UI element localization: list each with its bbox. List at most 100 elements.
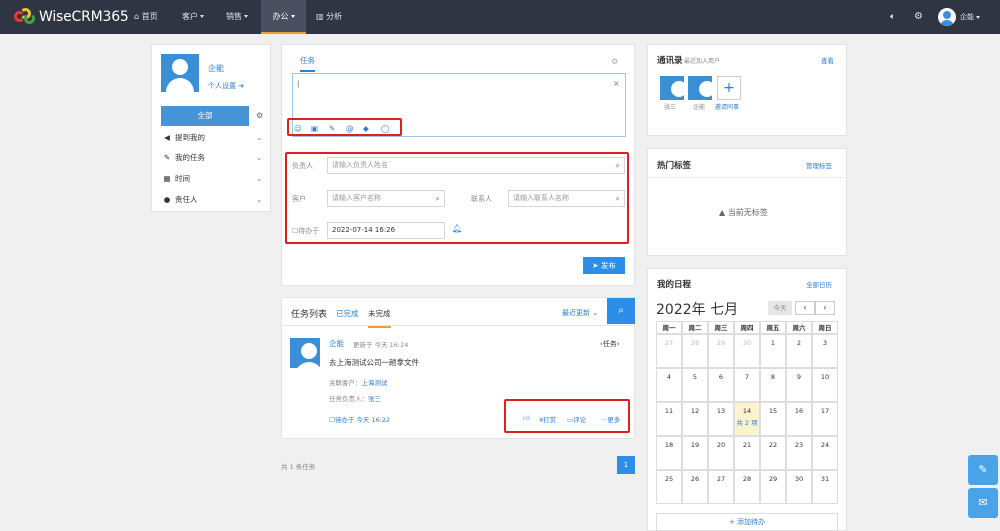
add-todo-button[interactable]: + 添加待办 bbox=[656, 513, 838, 531]
calendar-day[interactable]: 8 bbox=[760, 368, 786, 402]
task-customer-link[interactable]: 上海测试 bbox=[362, 379, 388, 387]
plus-icon[interactable]: + bbox=[717, 76, 741, 100]
close-icon[interactable]: × bbox=[613, 79, 620, 88]
calendar-day[interactable]: 10 bbox=[812, 368, 838, 402]
calendar-day[interactable]: 12 bbox=[682, 402, 708, 436]
nav-customer[interactable]: 客户 bbox=[182, 0, 204, 34]
nav-sales-label: 销售 bbox=[226, 12, 242, 21]
calendar-day[interactable]: 23 bbox=[786, 436, 812, 470]
divider bbox=[282, 325, 634, 326]
all-calendar-link[interactable]: 全部日历 bbox=[806, 279, 832, 289]
comment-icon[interactable]: ◯ bbox=[381, 124, 389, 133]
calendar-day[interactable]: 13 bbox=[708, 402, 734, 436]
calendar-day[interactable]: 22 bbox=[760, 436, 786, 470]
calendar-day[interactable]: 20 bbox=[708, 436, 734, 470]
calendar-day[interactable]: 3 bbox=[812, 334, 838, 368]
menu-owner[interactable]: ● 责任人 ⌄ bbox=[162, 191, 263, 209]
calendar-day[interactable]: 25 bbox=[656, 470, 682, 504]
invite-colleague-link[interactable]: 邀请同事 bbox=[715, 102, 739, 111]
nav-home[interactable]: ⌂ 首页 bbox=[134, 0, 158, 34]
calendar-day[interactable]: 27 bbox=[708, 470, 734, 504]
search-button[interactable]: ⌕ bbox=[607, 298, 635, 324]
profile-name[interactable]: 企能 bbox=[208, 63, 224, 74]
brand-logo[interactable]: WiseCRM365 bbox=[14, 7, 129, 27]
contact-input[interactable]: 请输入联系人名称 ⌕ bbox=[508, 190, 625, 207]
menu-my-tasks[interactable]: ✎ 我的任务 ⌄ bbox=[162, 149, 262, 167]
task-owner-link[interactable]: 张三 bbox=[368, 395, 381, 403]
calendar-day[interactable]: 26 bbox=[682, 470, 708, 504]
calendar-day[interactable]: 29 bbox=[760, 470, 786, 504]
today-button[interactable]: 今天 bbox=[768, 301, 792, 315]
task-todo-checkbox[interactable]: ☐待办于 今天 16:22 bbox=[329, 414, 390, 424]
edit-icon[interactable]: ✎ bbox=[968, 455, 998, 485]
chat-icon[interactable]: ✉ bbox=[968, 488, 998, 518]
personal-settings-link[interactable]: 个人设置 ➔ bbox=[208, 81, 244, 91]
calendar-day[interactable]: 30 bbox=[734, 334, 760, 368]
todo-label: 待办于 bbox=[298, 227, 320, 235]
calendar-day[interactable]: 9 bbox=[786, 368, 812, 402]
gear-icon[interactable]: ⚙ bbox=[914, 0, 923, 34]
nav-analysis[interactable]: ▥ 分析 bbox=[316, 0, 342, 34]
todo-datetime-input[interactable]: 2022-07-14 16:26 bbox=[327, 222, 445, 239]
tab-task[interactable]: 任务 bbox=[300, 55, 315, 72]
user-avatar[interactable] bbox=[938, 8, 956, 26]
todo-checkbox[interactable]: ☐待办于 bbox=[292, 226, 319, 236]
gear-icon[interactable]: ⚙ bbox=[256, 111, 263, 120]
gear-icon[interactable]: ⚙ bbox=[611, 57, 618, 66]
calendar-day[interactable]: 16 bbox=[786, 402, 812, 436]
calendar-day[interactable]: 28 bbox=[734, 470, 760, 504]
calendar-day[interactable]: 2 bbox=[786, 334, 812, 368]
calendar-day[interactable]: 21 bbox=[734, 436, 760, 470]
menu-mentions[interactable]: ◀ 提到我的 ⌄ bbox=[162, 129, 262, 147]
pagination-page-1[interactable]: 1 bbox=[617, 456, 635, 474]
calendar-day[interactable]: 17 bbox=[812, 402, 838, 436]
bell-icon[interactable]: 🔔︎ bbox=[452, 224, 462, 233]
manage-tags-link[interactable]: 管理标签 bbox=[806, 160, 832, 170]
at-icon[interactable]: @ bbox=[346, 124, 354, 133]
calendar-day[interactable]: 31 bbox=[812, 470, 838, 504]
customer-input[interactable]: 请输入客户名称 ⌕ bbox=[327, 190, 445, 207]
calendar-day[interactable]: 28 bbox=[682, 334, 708, 368]
comment-button[interactable]: ▭评论 bbox=[567, 414, 586, 424]
all-filter-button[interactable]: 全部 bbox=[161, 106, 249, 126]
user-menu[interactable]: 企能 bbox=[960, 0, 980, 34]
publish-label: 发布 bbox=[600, 261, 616, 270]
contact-avatar-zhangsan[interactable] bbox=[660, 76, 684, 100]
attachment-icon[interactable]: ✎ bbox=[329, 124, 335, 133]
contact-avatar-qineng[interactable] bbox=[688, 76, 712, 100]
task-author[interactable]: 企能 bbox=[329, 338, 344, 349]
calendar-day[interactable]: 27 bbox=[656, 334, 682, 368]
publish-button[interactable]: ➤ 发布 bbox=[583, 257, 625, 274]
calendar-day[interactable]: 29 bbox=[708, 334, 734, 368]
calendar-day-today[interactable]: 14 共 2 项 bbox=[734, 402, 760, 436]
more-button[interactable]: ···更多 bbox=[601, 414, 620, 424]
contacts-view-link[interactable]: 查看 bbox=[821, 55, 834, 65]
tab-done[interactable]: 已完成 bbox=[336, 308, 359, 319]
reward-button[interactable]: ¥打赏 bbox=[539, 414, 556, 424]
calendar-day[interactable]: 5 bbox=[682, 368, 708, 402]
calendar-day[interactable]: 19 bbox=[682, 436, 708, 470]
calendar-day-number: 8 bbox=[770, 373, 776, 381]
calendar-day[interactable]: 11 bbox=[656, 402, 682, 436]
nav-sales[interactable]: 销售 bbox=[226, 0, 248, 34]
image-icon[interactable]: ▣ bbox=[311, 124, 318, 133]
tag-icon[interactable]: ◆ bbox=[363, 124, 369, 133]
calendar-day[interactable]: 15 bbox=[760, 402, 786, 436]
thumbs-up-icon[interactable]: 👍︎ bbox=[523, 414, 530, 422]
calendar-day[interactable]: 7 bbox=[734, 368, 760, 402]
menu-time[interactable]: ▦ 时间 ⌄ bbox=[162, 170, 262, 188]
calendar-day[interactable]: 1 bbox=[760, 334, 786, 368]
calendar-day[interactable]: 4 bbox=[656, 368, 682, 402]
volume-icon[interactable]: 🔈︎ bbox=[890, 0, 895, 34]
calendar-event-count[interactable]: 共 2 项 bbox=[735, 417, 759, 427]
chevron-right-icon[interactable]: › bbox=[815, 301, 835, 315]
owner-input[interactable]: 请输入负责人姓名 ⌕ bbox=[327, 157, 625, 174]
sort-dropdown[interactable]: 最近更新 ⌄ bbox=[562, 308, 598, 318]
nav-office[interactable]: 办公 bbox=[261, 0, 306, 34]
chevron-left-icon[interactable]: ‹ bbox=[795, 301, 815, 315]
emoji-icon[interactable]: ☺ bbox=[294, 124, 302, 133]
calendar-day[interactable]: 18 bbox=[656, 436, 682, 470]
calendar-day[interactable]: 6 bbox=[708, 368, 734, 402]
calendar-day[interactable]: 24 bbox=[812, 436, 838, 470]
calendar-day[interactable]: 30 bbox=[786, 470, 812, 504]
